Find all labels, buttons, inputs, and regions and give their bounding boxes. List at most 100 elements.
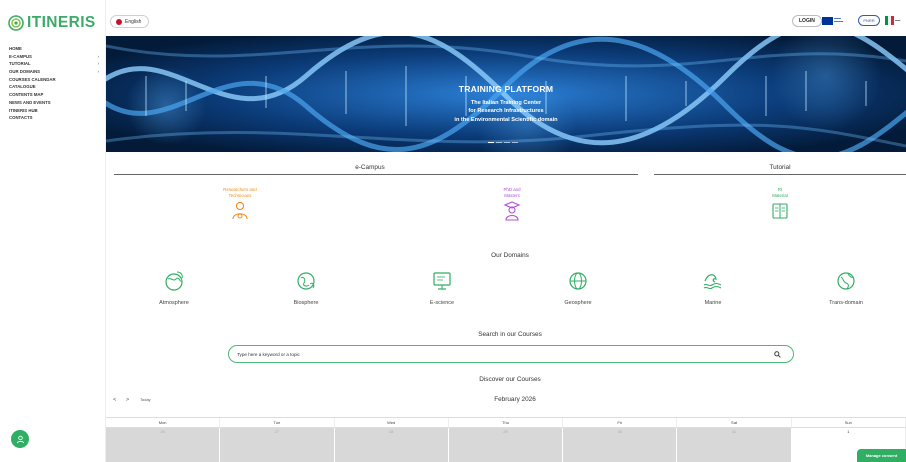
geosphere-icon [569,272,587,290]
ri-material-link[interactable]: RI Material [745,187,815,221]
sidebar-item-our-domains[interactable]: OUR DOMAINS › [9,68,99,76]
search-icon[interactable] [774,351,781,358]
domains-title: Our Domains [491,252,529,259]
weekday-label: Mon [106,418,221,427]
graduate-icon [503,201,521,221]
sidebar-item-itineris-hub[interactable]: ITINERIS HUB [9,107,99,115]
sidebar-item-label: CONTACTS [9,115,33,121]
chevron-right-icon: › [97,53,99,59]
sidebar-item-label: TUTORIAL [9,61,31,67]
itineris-logo[interactable]: ITINERIS [8,11,104,35]
logo-icon [8,15,24,31]
tutorial-divider [654,174,906,175]
profile-label: Technicians [228,192,252,198]
course-search-bar [228,345,794,363]
carousel-dot[interactable] [488,142,494,144]
domain-label: Geosphere [564,300,592,306]
calendar-next-button[interactable]: > [126,397,129,403]
sidebar-item-e-campus[interactable]: E-CAMPUS › [9,53,99,61]
sidebar-item-contacts[interactable]: CONTACTS [9,114,99,122]
phd-masters-link[interactable]: PhD and Masters [477,187,547,221]
biosphere-icon [297,272,315,290]
calendar-grid: Mon Tue Wed Thu Fri Sat Sun 26 27 28 29 30 31 1 [106,417,906,462]
sidebar-item-home[interactable]: HOME [9,45,99,53]
domain-label: E-science [429,300,455,306]
carousel-dot[interactable] [512,142,518,144]
carousel-dot[interactable] [496,142,502,144]
weekday-label: Tue [220,418,335,427]
hero-subtitle-line: in the Environmental Scientific domain [454,116,558,123]
book-icon [772,203,788,219]
login-button[interactable]: LOGIN [792,15,822,27]
top-bar: English LOGIN ▬▬▬ ▬▬▬▬ PNRR ▬▬ [106,0,906,36]
search-title: Search in our Courses [478,331,542,338]
hero-banner: TRAINING PLATFORM The Italian Training C… [106,36,906,152]
calendar-month-title: February 2026 [494,396,536,403]
domain-marine[interactable]: Marine [673,270,753,306]
hero-subtitle-line: The Italian Training Center [470,100,542,106]
domain-e-science[interactable]: E-science [402,270,482,306]
discover-title: Discover our Courses [479,376,541,383]
sidebar-item-label: HOME [9,46,22,51]
carousel-indicators [488,142,518,144]
sidebar-item-contents-map[interactable]: CONTENTS MAP [9,91,99,99]
domain-trans-domain[interactable]: Trans-domain [806,270,886,306]
profile-label: Masters [504,192,520,198]
domain-atmosphere[interactable]: Atmosphere [134,270,214,306]
domain-geosphere[interactable]: Geosphere [538,270,618,306]
sidebar-item-label: NEWS AND EVENTS [9,99,51,105]
atmosphere-icon [165,271,183,291]
calendar-day-cell[interactable]: 31 [677,428,792,462]
sidebar-item-catalogue[interactable]: CATALOGUE [9,83,99,91]
calendar-day-cell[interactable]: 28 [334,428,449,462]
calendar-day-cell[interactable]: 29 [448,428,564,462]
domain-label: Biosphere [293,300,319,306]
sidebar-item-tutorial[interactable]: TUTORIAL › [9,60,99,68]
calendar-day-cell[interactable]: 26 [106,428,221,462]
pnrr-logo: PNRR [858,15,880,26]
trans-domain-icon [837,272,855,290]
calendar-today-button[interactable]: Today [140,397,151,402]
user-icon [16,435,24,443]
eu-logo-lettering: ▬▬▬ ▬▬▬▬ [834,18,844,23]
sidebar-item-label: COURSES CALENDAR [9,76,56,82]
user-account-button[interactable] [11,430,29,448]
manage-consent-button[interactable]: Manage consent [857,449,906,462]
calendar-day-cell[interactable]: 27 [220,428,335,462]
calendar-week-row: 26 27 28 29 30 31 1 [106,428,906,462]
ecampus-divider [114,174,638,175]
e-science-icon [433,272,451,290]
weekday-label: Wed [335,418,449,427]
domain-label: Trans-domain [829,300,863,306]
weekday-label: Fri [563,418,678,427]
profile-label: Material [772,192,788,198]
language-selector[interactable]: English [110,15,150,28]
calendar-day-cell[interactable]: 30 [563,428,678,462]
chevron-right-icon: › [97,69,99,75]
sidebar-item-label: CONTENTS MAP [9,92,44,98]
hero-subtitle-line: for Research Infrastructures [468,108,544,115]
language-label: English [125,18,142,25]
researchers-technicians-link[interactable]: Researchers and Technicians [205,187,275,221]
domain-label: Marine [704,300,722,306]
weekday-label: Thu [449,418,564,427]
tutorial-title: Tutorial [769,164,791,171]
chevron-right-icon: › [97,61,99,67]
weekday-label: Sat [677,418,792,427]
sidebar-item-news-and-events[interactable]: NEWS AND EVENTS [9,99,99,107]
eu-flag-icon [822,17,833,25]
italian-ministry-logo: ▬▬ [885,15,906,26]
sidebar-item-courses-calendar[interactable]: COURSES CALENDAR [9,76,99,84]
calendar-prev-button[interactable]: < [113,397,116,403]
eu-funding-logo: ▬▬▬ ▬▬▬▬ [822,16,852,26]
hero-title: TRAINING PLATFORM [458,84,554,94]
marine-icon [703,274,722,290]
sidebar: ITINERIS HOME E-CAMPUS › TUTORIAL › OUR DOMAI… [0,0,106,462]
search-input[interactable] [237,349,757,360]
sidebar-item-label: E-CAMPUS [9,53,32,59]
carousel-dot[interactable] [504,142,510,144]
logo-text: ITINERIS [27,14,96,31]
uk-flag-icon [116,18,122,25]
researcher-icon [232,202,248,220]
domain-biosphere[interactable]: Biosphere [266,270,346,306]
